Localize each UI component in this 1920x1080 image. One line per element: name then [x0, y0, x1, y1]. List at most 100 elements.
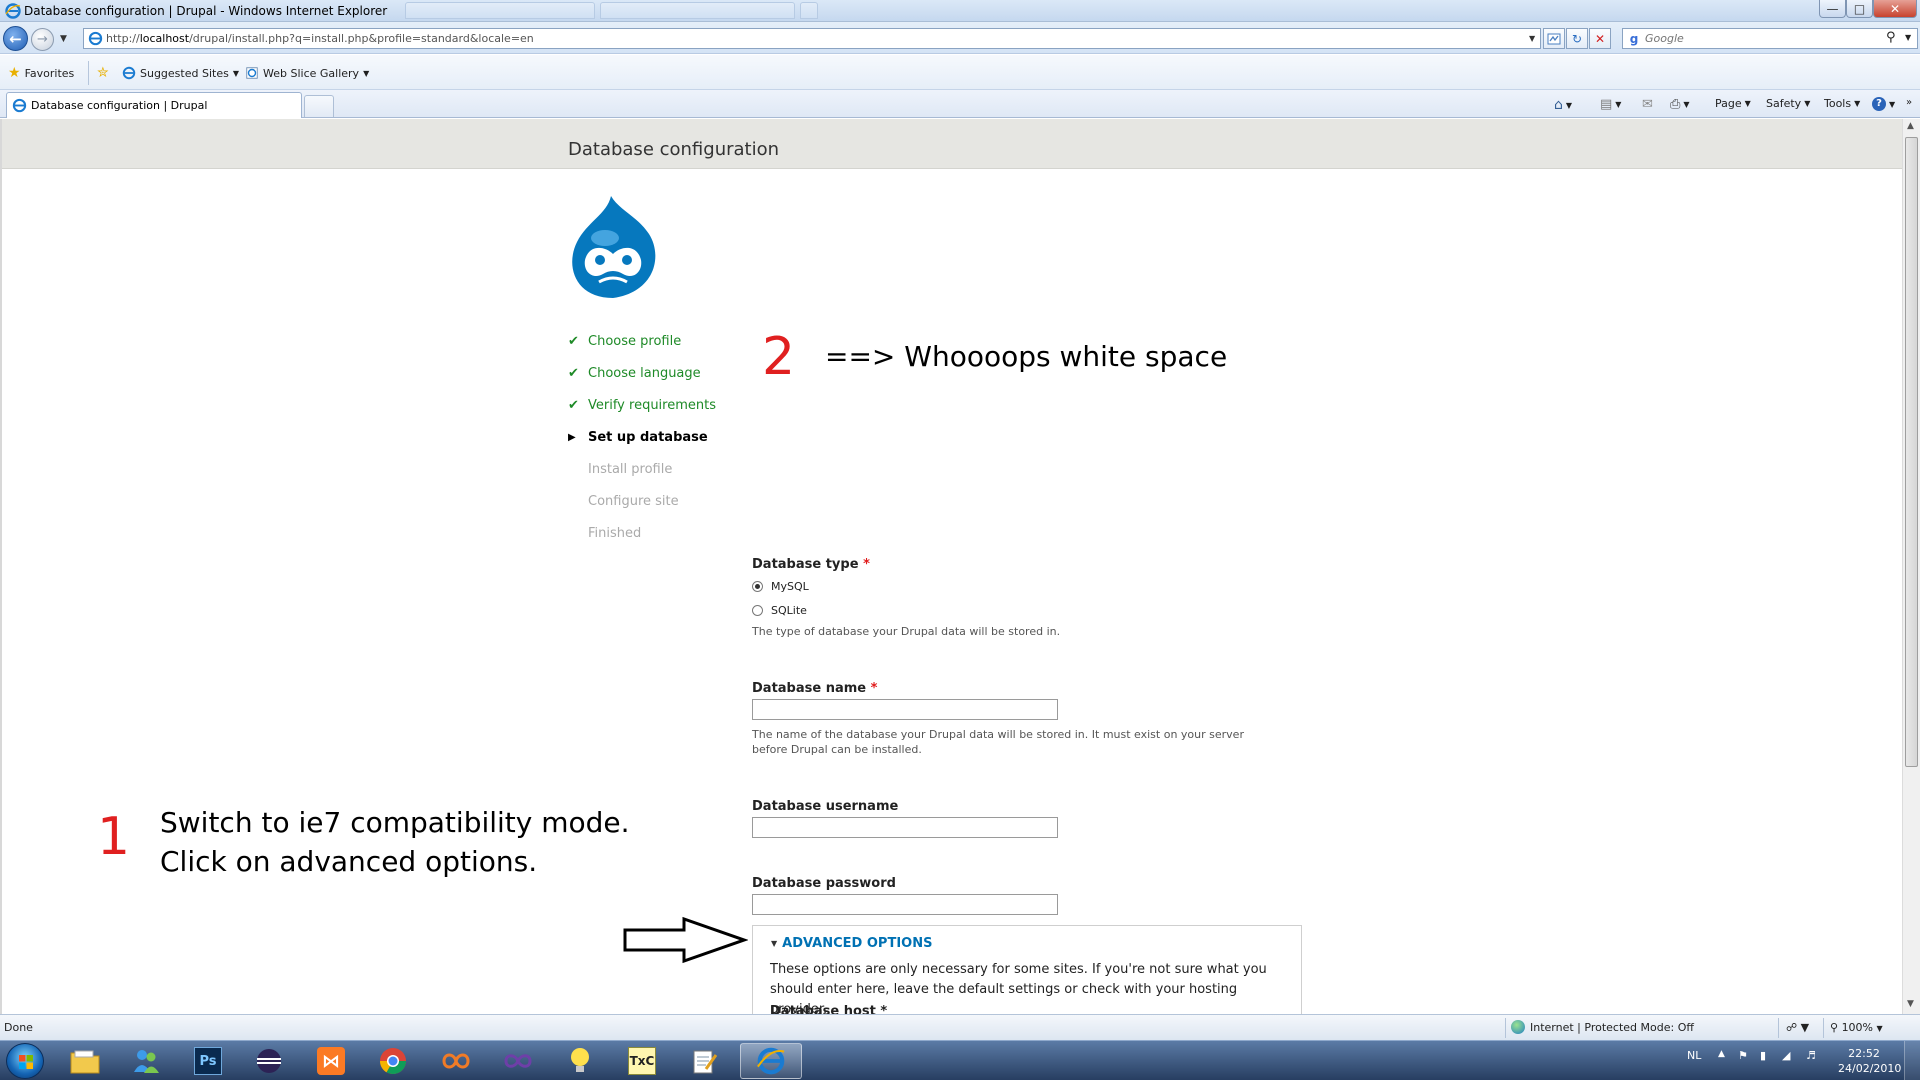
step-choose-language: ✔ Choose language [568, 357, 716, 389]
taskbar-explorer[interactable] [57, 1043, 113, 1079]
show-desktop-button[interactable] [1904, 1041, 1920, 1080]
search-box[interactable]: g ⚲ ▼ [1622, 28, 1918, 49]
forward-button[interactable]: → [31, 28, 54, 51]
advanced-options-toggle[interactable]: ▼ ADVANCED OPTIONS [771, 936, 932, 951]
taskbar-visual-studio[interactable] [490, 1043, 546, 1079]
power-icon[interactable]: ▮ [1760, 1049, 1766, 1062]
radio-button[interactable] [752, 604, 763, 616]
address-bar[interactable]: http://localhost/drupal/install.php?q=in… [83, 28, 1541, 49]
database-password-input[interactable] [752, 894, 1058, 915]
zoom-level-button[interactable]: ⚲ 100% ▼ [1830, 1021, 1883, 1034]
recent-pages-dropdown-icon[interactable]: ▼ [60, 34, 67, 44]
taskbar-chrome[interactable] [365, 1043, 421, 1079]
page-title: Database configuration [568, 139, 780, 160]
checkmark-icon: ✔ [568, 397, 579, 413]
search-options-dropdown-icon[interactable]: ▼ [1905, 33, 1911, 42]
favorites-button[interactable]: ★ Favorites [8, 64, 74, 82]
show-hidden-icons-button[interactable]: ▲ [1718, 1049, 1725, 1059]
home-button[interactable]: ⌂ ▼ [1554, 97, 1572, 113]
background-window-tab [600, 2, 795, 19]
taskbar-photoshop[interactable]: Ps [180, 1043, 236, 1079]
taskbar-app-infinity[interactable] [428, 1043, 484, 1079]
photoshop-icon: Ps [194, 1047, 222, 1075]
scrollbar-thumb[interactable] [1905, 137, 1918, 767]
address-url[interactable]: http://localhost/drupal/install.php?q=in… [106, 32, 534, 45]
network-signal-icon[interactable]: ◢ [1782, 1049, 1790, 1062]
add-to-favorites-bar-button[interactable]: ✮ [97, 64, 109, 82]
database-username-group: Database username [752, 799, 1312, 838]
search-icon[interactable]: ⚲ [1886, 30, 1896, 45]
step-label: Finished [588, 525, 642, 541]
volume-icon[interactable]: ♬ [1806, 1049, 1816, 1062]
toolbar-separator [88, 61, 89, 85]
database-form: Database type * MySQL SQLite The type of… [752, 557, 1312, 915]
security-zone-text[interactable]: Internet | Protected Mode: Off [1530, 1021, 1694, 1034]
input-language-indicator[interactable]: NL [1687, 1049, 1701, 1062]
stop-button[interactable]: ✕ [1589, 28, 1611, 49]
web-slice-gallery-button[interactable]: Web Slice Gallery ▼ [245, 64, 369, 82]
database-name-label: Database name * [752, 681, 1312, 696]
radio-mysql[interactable]: MySQL [752, 574, 1312, 598]
taskbar-internet-explorer[interactable] [740, 1043, 802, 1079]
help-button[interactable]: ? ▼ [1872, 97, 1895, 111]
scroll-down-arrow-icon[interactable]: ▼ [1907, 999, 1914, 1009]
radio-button-selected[interactable] [752, 580, 763, 592]
address-dropdown-icon[interactable]: ▼ [1529, 34, 1535, 43]
read-mail-button[interactable]: ✉ [1642, 97, 1653, 112]
add-favorite-star-icon: ✮ [97, 65, 109, 81]
search-input[interactable] [1645, 31, 1885, 46]
required-marker: * [863, 557, 870, 572]
maximize-button[interactable]: □ [1846, 0, 1873, 18]
zoom-magnifier-icon: ⚲ [1830, 1021, 1839, 1034]
taskbar-xampp[interactable]: ⋈ [303, 1043, 359, 1079]
new-tab-button[interactable] [304, 95, 334, 117]
minimize-button[interactable]: — [1819, 0, 1846, 18]
action-center-flag-icon[interactable]: ⚑ [1738, 1049, 1748, 1062]
page-favicon-icon [88, 31, 103, 46]
step-label: Choose profile [588, 333, 682, 349]
advanced-options-label[interactable]: ADVANCED OPTIONS [782, 936, 932, 951]
tab-database-configuration[interactable]: Database configuration | Drupal [6, 92, 302, 118]
status-bar: Done Internet | Protected Mode: Off ☍ ▼ … [0, 1014, 1920, 1040]
taskbar-lightbulb-app[interactable] [552, 1043, 608, 1079]
tab-bar: Database configuration | Drupal ⌂ ▼ ▤ ▼ … [0, 90, 1920, 118]
print-button[interactable]: ⎙ ▼ [1670, 97, 1690, 112]
page-menu-button[interactable]: Page ▼ [1715, 97, 1751, 110]
windows-flag-icon [19, 1055, 33, 1069]
required-marker: * [880, 1004, 888, 1014]
web-slice-gallery-label: Web Slice Gallery [263, 66, 360, 80]
taskbar-messenger[interactable] [118, 1043, 174, 1079]
tools-menu-button[interactable]: Tools ▼ [1824, 97, 1860, 110]
field-label: Database host [770, 1004, 876, 1014]
taskbar-clock[interactable]: 22:52 24/02/2010 [1838, 1046, 1901, 1076]
favorites-bar: ★ Favorites ✮ Suggested Sites ▼ Web Slic… [0, 55, 1920, 90]
status-text: Done [4, 1021, 33, 1034]
annotation-text-1-line2: Click on advanced options. [160, 845, 538, 878]
favorites-star-icon: ★ [8, 65, 21, 81]
printer-icon: ⎙ [1670, 97, 1681, 112]
vertical-scrollbar[interactable]: ▲ ▼ [1902, 119, 1920, 1014]
visual-studio-icon [504, 1054, 532, 1068]
compatibility-view-icon [1547, 33, 1561, 44]
taskbar-texniccenter[interactable]: TxC [614, 1043, 670, 1079]
suggested-sites-button[interactable]: Suggested Sites ▼ [122, 64, 239, 82]
radio-sqlite[interactable]: SQLite [752, 598, 1312, 622]
database-username-input[interactable] [752, 817, 1058, 838]
eclipse-icon [257, 1049, 281, 1073]
back-button[interactable]: ← [3, 26, 28, 51]
compatibility-view-button[interactable] [1543, 28, 1565, 49]
step-install-profile: Install profile [568, 453, 716, 485]
advanced-options-fieldset: ▼ ADVANCED OPTIONS These options are onl… [752, 925, 1302, 1014]
toolbar-overflow-button[interactable]: » [1906, 97, 1912, 108]
database-name-input[interactable] [752, 699, 1058, 720]
start-button[interactable] [6, 1043, 44, 1079]
feeds-button[interactable]: ▤ ▼ [1600, 97, 1621, 112]
refresh-button[interactable]: ↻ [1566, 28, 1588, 49]
taskbar-notepad[interactable] [676, 1043, 732, 1079]
taskbar-eclipse[interactable] [241, 1043, 297, 1079]
scroll-up-arrow-icon[interactable]: ▲ [1907, 121, 1914, 131]
close-window-button[interactable]: ✕ [1873, 0, 1917, 18]
safety-menu-button[interactable]: Safety ▼ [1766, 97, 1810, 110]
protected-mode-icon[interactable]: ☍ ▼ [1786, 1021, 1809, 1034]
required-marker: * [870, 681, 878, 696]
